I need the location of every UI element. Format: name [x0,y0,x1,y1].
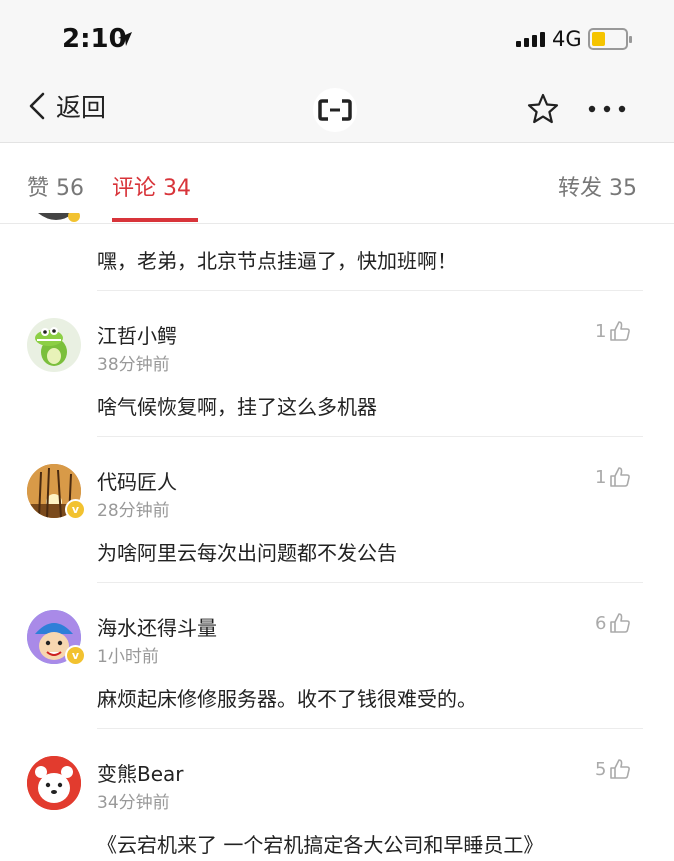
active-tab-indicator [112,218,198,222]
comment-text: 为啥阿里云每次出问题都不发公告 [97,541,397,565]
like-count: 1 [595,321,607,342]
comment-timestamp: 28分钟前 [97,501,170,521]
like-button[interactable]: 1 [595,466,631,488]
like-count: 6 [595,613,607,634]
like-button[interactable]: 5 [595,758,631,780]
tab-reposts[interactable]: 转发 35 [558,170,637,202]
comment-text: 麻烦起床修修服务器。收不了钱很难受的。 [97,687,477,711]
like-button[interactable]: 1 [595,320,631,342]
status-bar: 2:10 4G [0,0,674,80]
divider [97,436,643,437]
like-button[interactable]: 6 [595,612,631,634]
comment-username[interactable]: 变熊Bear [97,758,184,787]
thumbs-up-icon [610,613,631,633]
verified-badge-icon: v [65,645,86,666]
battery-icon [588,28,632,50]
divider [97,728,643,729]
divider [97,290,643,291]
thumbs-up-icon [610,467,631,487]
comment-text: 啥气候恢复啊，挂了这么多机器 [97,395,377,419]
comment-timestamp: 34分钟前 [97,793,170,813]
aliyun-logo-icon [313,88,357,132]
avatar[interactable] [28,212,84,226]
star-icon[interactable] [526,92,560,126]
avatar[interactable] [27,318,81,372]
comment-username[interactable]: 江哲小鳄 [97,320,177,349]
like-count: 1 [595,467,607,488]
back-button[interactable]: 返回 [28,88,106,124]
comment-text: 嘿，老弟，北京节点挂逼了，快加班啊！ [97,249,457,273]
more-options-icon[interactable] [586,94,628,124]
comment-username[interactable]: 海水还得斗量 [97,612,217,641]
comment-timestamp: 38分钟前 [97,355,170,375]
cellular-signal-icon [516,32,545,47]
comment-timestamp: 1小时前 [97,647,159,667]
network-type: 4G [552,27,582,51]
tab-bar: 赞 56 评论 34 转发 35 [0,143,674,224]
thumbs-up-icon [610,759,631,779]
comment-username[interactable]: 代码匠人 [97,466,177,495]
location-arrow-icon [118,32,132,46]
back-label: 返回 [56,93,107,122]
nav-bar: 返回 [0,80,674,143]
thumbs-up-icon [610,321,631,341]
tab-comments[interactable]: 评论 34 [112,170,191,202]
tab-likes[interactable]: 赞 56 [27,170,84,202]
verified-badge-icon: v [65,499,86,520]
avatar[interactable] [27,756,81,810]
like-count: 5 [595,759,607,780]
chevron-left-icon [29,92,45,120]
divider [97,582,643,583]
comment-text: 《云宕机来了 一个宕机搞定各大公司和早睡员工》 [97,833,544,857]
